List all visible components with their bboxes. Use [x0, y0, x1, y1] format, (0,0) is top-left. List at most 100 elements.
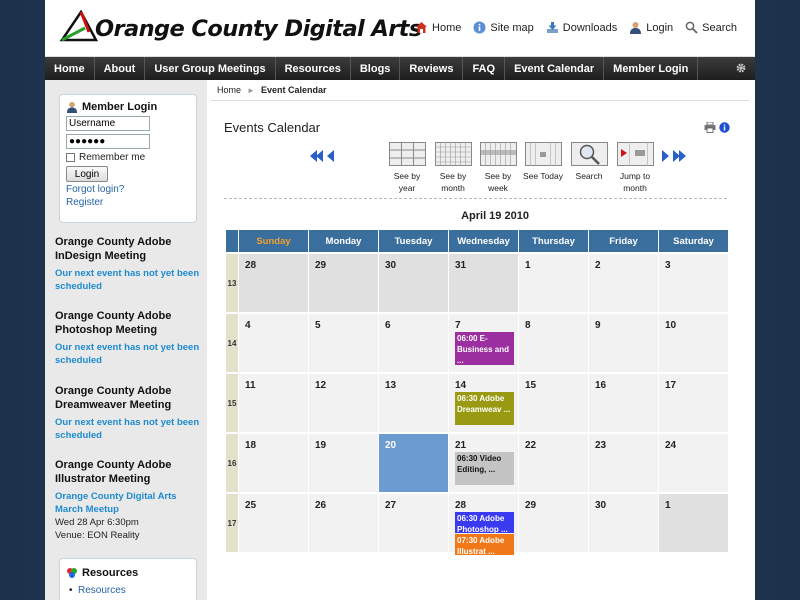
- week-number[interactable]: 13: [226, 254, 238, 312]
- day-number[interactable]: 12: [315, 380, 326, 391]
- day-cell[interactable]: 5: [309, 314, 378, 372]
- remember-me-checkbox[interactable]: [66, 153, 75, 162]
- jump-to-month-button[interactable]: Jump to month: [615, 142, 655, 194]
- menu-item-user-group-meetings[interactable]: User Group Meetings: [145, 57, 276, 80]
- day-number[interactable]: 29: [525, 500, 536, 511]
- day-number[interactable]: 10: [665, 320, 676, 331]
- day-cell[interactable]: 7 06:00 E-Business and ...: [449, 314, 518, 372]
- day-number[interactable]: 30: [595, 500, 606, 511]
- day-cell[interactable]: 29: [519, 494, 588, 552]
- day-number[interactable]: 23: [595, 440, 606, 451]
- day-cell[interactable]: 10: [659, 314, 728, 372]
- day-number[interactable]: 27: [385, 500, 396, 511]
- register-link[interactable]: Register: [66, 197, 190, 208]
- day-number[interactable]: 14: [455, 380, 466, 391]
- breadcrumb-home[interactable]: Home: [217, 85, 241, 95]
- menu-item-blogs[interactable]: Blogs: [351, 57, 401, 80]
- day-cell[interactable]: 13: [379, 374, 448, 432]
- login-button[interactable]: Login: [66, 166, 108, 182]
- topnav-home[interactable]: Home: [415, 21, 461, 34]
- day-cell[interactable]: 16: [589, 374, 658, 432]
- day-number[interactable]: 18: [245, 440, 256, 451]
- topnav-sitemap[interactable]: Site map: [473, 21, 534, 34]
- site-title[interactable]: Orange County Digital Arts: [95, 16, 422, 42]
- info-icon[interactable]: [719, 122, 730, 133]
- week-number[interactable]: 14: [226, 314, 238, 372]
- day-number[interactable]: 21: [455, 440, 466, 451]
- day-cell[interactable]: 26: [309, 494, 378, 552]
- day-number[interactable]: 29: [315, 260, 326, 271]
- menu-item-home[interactable]: Home: [45, 57, 95, 80]
- day-cell[interactable]: 22: [519, 434, 588, 492]
- calendar-event[interactable]: 06:00 E-Business and ...: [455, 332, 514, 365]
- print-icon[interactable]: [704, 122, 716, 133]
- forgot-login-link[interactable]: Forgot login?: [66, 184, 190, 195]
- day-number[interactable]: 9: [595, 320, 601, 331]
- day-number[interactable]: 26: [315, 500, 326, 511]
- menu-item-reviews[interactable]: Reviews: [400, 57, 464, 80]
- search-calendar-button[interactable]: Search: [569, 142, 609, 182]
- triangle-logo-icon[interactable]: [59, 10, 99, 44]
- day-cell[interactable]: 15: [519, 374, 588, 432]
- see-today-button[interactable]: See Today: [523, 142, 563, 182]
- meeting-title[interactable]: Orange County Adobe Photoshop Meeting: [55, 309, 200, 337]
- day-cell[interactable]: 9: [589, 314, 658, 372]
- day-cell-today[interactable]: 20: [379, 434, 448, 492]
- day-cell[interactable]: 3: [659, 254, 728, 312]
- day-number[interactable]: 6: [385, 320, 391, 331]
- calendar-event[interactable]: 06:30 Adobe Dreamweav ...: [455, 392, 514, 425]
- day-cell[interactable]: 24: [659, 434, 728, 492]
- day-number[interactable]: 11: [245, 380, 256, 391]
- day-cell[interactable]: 19: [309, 434, 378, 492]
- day-number[interactable]: 31: [455, 260, 466, 271]
- day-cell[interactable]: 12: [309, 374, 378, 432]
- previous-arrows-icon[interactable]: [310, 150, 338, 162]
- day-number[interactable]: 17: [665, 380, 676, 391]
- day-number[interactable]: 15: [525, 380, 536, 391]
- meeting-event-link[interactable]: Orange County Digital Arts March Meetup: [55, 490, 200, 516]
- day-number[interactable]: 22: [525, 440, 536, 451]
- day-cell[interactable]: 4: [239, 314, 308, 372]
- week-number[interactable]: 15: [226, 374, 238, 432]
- day-number[interactable]: 4: [245, 320, 251, 331]
- see-by-week-button[interactable]: See by week: [478, 142, 518, 194]
- day-number[interactable]: 20: [385, 440, 396, 451]
- week-number[interactable]: 17: [226, 494, 238, 552]
- day-cell[interactable]: 14 06:30 Adobe Dreamweav ...: [449, 374, 518, 432]
- see-by-year-button[interactable]: See by year: [387, 142, 427, 194]
- next-arrows-icon[interactable]: [658, 150, 686, 162]
- day-cell[interactable]: 11: [239, 374, 308, 432]
- menu-item-member-login[interactable]: Member Login: [604, 57, 699, 80]
- day-cell[interactable]: 31: [449, 254, 518, 312]
- day-cell[interactable]: 28: [239, 254, 308, 312]
- meeting-title[interactable]: Orange County Adobe Illustrator Meeting: [55, 458, 200, 486]
- day-cell[interactable]: 1: [659, 494, 728, 552]
- day-number[interactable]: 7: [455, 320, 461, 331]
- day-number[interactable]: 19: [315, 440, 326, 451]
- menu-item-faq[interactable]: FAQ: [463, 57, 506, 80]
- day-number[interactable]: 30: [385, 260, 396, 271]
- day-cell[interactable]: 25: [239, 494, 308, 552]
- topnav-login[interactable]: Login: [629, 21, 673, 34]
- day-cell[interactable]: 1: [519, 254, 588, 312]
- day-cell[interactable]: 17: [659, 374, 728, 432]
- day-number[interactable]: 16: [595, 380, 606, 391]
- day-cell[interactable]: 30: [589, 494, 658, 552]
- calendar-event[interactable]: 06:30 Adobe Photoshop ...: [455, 512, 514, 533]
- day-cell[interactable]: 28 06:30 Adobe Photoshop ... 07:30 Adobe I…: [449, 494, 518, 555]
- day-cell[interactable]: 21 06:30 Video Editing, ...: [449, 434, 518, 492]
- calendar-event[interactable]: 06:30 Video Editing, ...: [455, 452, 514, 485]
- password-input[interactable]: [66, 134, 150, 149]
- username-input[interactable]: [66, 116, 150, 131]
- meeting-title[interactable]: Orange County Adobe Dreamweaver Meeting: [55, 384, 200, 412]
- day-cell[interactable]: 18: [239, 434, 308, 492]
- day-cell[interactable]: 6: [379, 314, 448, 372]
- topnav-downloads[interactable]: Downloads: [546, 21, 617, 34]
- menu-item-about[interactable]: About: [95, 57, 146, 80]
- day-cell[interactable]: 2: [589, 254, 658, 312]
- day-number[interactable]: 5: [315, 320, 321, 331]
- day-cell[interactable]: 29: [309, 254, 378, 312]
- day-number[interactable]: 8: [525, 320, 531, 331]
- week-number[interactable]: 16: [226, 434, 238, 492]
- day-cell[interactable]: 27: [379, 494, 448, 552]
